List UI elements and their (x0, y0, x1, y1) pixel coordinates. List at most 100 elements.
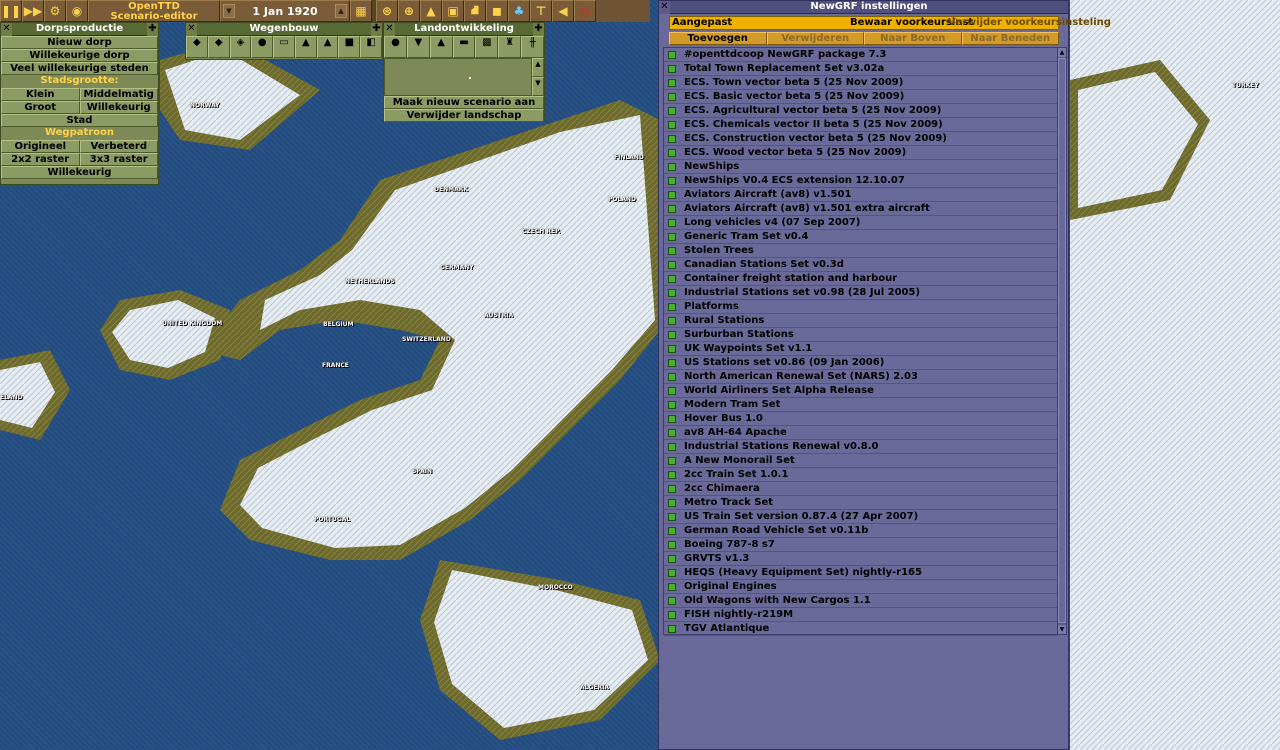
newgrf-list-item[interactable]: US Stations set v0.86 (09 Jan 2006) (664, 356, 1058, 370)
size-large-button[interactable]: Groot (1, 101, 80, 114)
newgrf-list-item[interactable]: ECS. Construction vector beta 5 (25 Nov … (664, 132, 1058, 146)
bridge-button[interactable]: ■ (338, 36, 361, 58)
water-button[interactable]: ◼ (486, 0, 508, 22)
newgrf-list-item[interactable]: World Airliners Set Alpha Release (664, 384, 1058, 398)
new-scenario-button[interactable]: Maak nieuw scenario aan (384, 96, 544, 109)
town-generation-button[interactable]: ⊛ (376, 0, 398, 22)
close-button[interactable]: ✕ (1, 23, 12, 36)
scroll-down-button[interactable]: ▼ (1058, 625, 1066, 634)
newgrf-list-item[interactable]: FISH nightly-r219M (664, 608, 1058, 622)
tunnel-button[interactable]: ◧ (360, 36, 383, 58)
newgrf-list-item[interactable]: North American Renewal Set (NARS) 2.03 (664, 370, 1058, 384)
date-down-button[interactable]: ▼ (223, 4, 235, 18)
newgrf-list-item[interactable]: A New Monorail Set (664, 454, 1058, 468)
newgrf-list-item[interactable]: German Road Vehicle Set v0.11b (664, 524, 1058, 538)
newgrf-list-item[interactable]: ECS. Wood vector beta 5 (25 Nov 2009) (664, 146, 1058, 160)
newgrf-list-item[interactable]: NewShips (664, 160, 1058, 174)
save-button[interactable]: ◉ (66, 0, 88, 22)
newgrf-scrollbar[interactable]: ▲ ▼ (1057, 47, 1067, 635)
newgrf-list-item[interactable]: Boeing 787-8 s7 (664, 538, 1058, 552)
layout-original-button[interactable]: Origineel (1, 140, 80, 153)
scroll-thumb[interactable] (1058, 58, 1066, 623)
music-button[interactable]: ◀ (552, 0, 574, 22)
road-y-button[interactable]: ◆ (207, 36, 230, 58)
scroll-up-button[interactable]: ▲ (1058, 48, 1066, 57)
trees-button[interactable]: ♣ (508, 0, 530, 22)
fast-forward-button[interactable]: ▶▶ (22, 0, 44, 22)
autoroad-button[interactable]: ◈ (229, 36, 252, 58)
add-button[interactable]: Toevoegen (669, 32, 767, 45)
newgrf-list-item[interactable]: Industrial Stations Renewal v0.8.0 (664, 440, 1058, 454)
settings-button[interactable]: ⚙ (44, 0, 66, 22)
newgrf-list-item[interactable]: Generic Tram Set v0.4 (664, 230, 1058, 244)
newgrf-list-item[interactable]: Surburban Stations (664, 328, 1058, 342)
newgrf-list-item[interactable]: GRVTS v1.3 (664, 552, 1058, 566)
size-small-button[interactable]: Klein (1, 88, 80, 101)
newgrf-list-item[interactable]: Platforms (664, 300, 1058, 314)
demolish-button[interactable]: ● (251, 36, 274, 58)
newgrf-list-item[interactable]: Metro Track Set (664, 496, 1058, 510)
newgrf-list-item[interactable]: #openttdcoop NewGRF package 7.3 (664, 48, 1058, 62)
newgrf-list-item[interactable]: ECS. Town vector beta 5 (25 Nov 2009) (664, 76, 1058, 90)
layout-2x2-button[interactable]: 2x2 raster (1, 153, 80, 166)
newgrf-list-item[interactable]: ECS. Agricultural vector beta 5 (25 Nov … (664, 104, 1058, 118)
help-button[interactable]: ◎ (574, 0, 596, 22)
transmitter-button[interactable]: ╫ (521, 36, 545, 58)
newgrf-list-item[interactable]: ECS. Basic vector beta 5 (25 Nov 2009) (664, 90, 1058, 104)
move-up-button[interactable]: Naar Boven (864, 32, 962, 45)
newgrf-list-item[interactable]: Container freight station and harbour (664, 272, 1058, 286)
preset-dropdown[interactable]: Aangepast (672, 17, 732, 29)
depot-button[interactable]: ▭ (273, 36, 295, 58)
newgrf-list-item[interactable]: Rural Stations (664, 314, 1058, 328)
newgrf-list-item[interactable]: Modern Tram Set (664, 398, 1058, 412)
newgrf-list-item[interactable]: 2cc Chimaera (664, 482, 1058, 496)
truck-station-button[interactable]: ▲ (316, 36, 339, 58)
close-button[interactable]: ✕ (186, 23, 197, 36)
random-town-button[interactable]: Willekeurige dorp (1, 49, 158, 62)
newgrf-list-item[interactable]: NewShips V0.4 ECS extension 12.10.07 (664, 174, 1058, 188)
layout-better-button[interactable]: Verbeterd (79, 140, 158, 153)
many-random-towns-button[interactable]: Veel willekeurige steden (1, 62, 158, 75)
pause-button[interactable]: ❚❚ (0, 0, 22, 22)
delete-preset-button[interactable]: Verwijder voorkeursinsteling (948, 17, 1111, 29)
city-button[interactable]: Stad (1, 114, 158, 127)
decrease-size-button[interactable]: ▼ (532, 77, 544, 96)
newgrf-list-item[interactable]: Total Town Replacement Set v3.02a (664, 62, 1058, 76)
lower-land-button[interactable]: ▼ (406, 36, 430, 58)
signs-button[interactable]: ⊤ (530, 0, 552, 22)
sticky-button[interactable]: ✚ (533, 23, 544, 36)
increase-size-button[interactable]: ▲ (532, 58, 544, 77)
layout-random-button[interactable]: Willekeurig (1, 166, 158, 179)
game-map[interactable]: NORWAY UNITED KINGDOM ELAND NETHERLANDS … (0, 0, 1280, 750)
sticky-button[interactable]: ✚ (371, 23, 382, 36)
newgrf-list-item[interactable]: HEQS (Heavy Equipment Set) nightly-r165 (664, 566, 1058, 580)
newgrf-list-item[interactable]: Aviators Aircraft (av8) v1.501 extra air… (664, 202, 1058, 216)
newgrf-list-item[interactable]: TGV Atlantique (664, 622, 1058, 636)
level-land-button[interactable]: ▬ (452, 36, 476, 58)
landscape-button[interactable]: ▲ (420, 0, 442, 22)
newgrf-list[interactable]: #openttdcoop NewGRF package 7.3 Total Tow… (663, 47, 1059, 636)
remove-button[interactable]: Verwijderen (766, 32, 864, 45)
newgrf-list-item[interactable]: UK Waypoints Set v1.1 (664, 342, 1058, 356)
remove-landscape-button[interactable]: Verwijder landschap (384, 109, 544, 122)
close-button[interactable]: ✕ (384, 23, 395, 36)
demolish-button[interactable]: ● (384, 36, 407, 58)
rocky-area-button[interactable]: ▩ (475, 36, 499, 58)
newgrf-list-item[interactable]: Canadian Stations Set v0.3d (664, 258, 1058, 272)
road-button[interactable]: ⛘ (464, 0, 486, 22)
new-town-button[interactable]: Nieuw dorp (1, 36, 158, 49)
newgrf-list-item[interactable]: ECS. Chemicals vector II beta 5 (25 Nov … (664, 118, 1058, 132)
size-medium-button[interactable]: Middelmatig (79, 88, 158, 101)
lighthouse-button[interactable]: ♜ (498, 36, 522, 58)
newgrf-list-item[interactable]: Original Engines (664, 580, 1058, 594)
close-button[interactable]: ✕ (659, 1, 670, 14)
zoom-in-button[interactable]: ⊕ (398, 0, 420, 22)
raise-land-button[interactable]: ▲ (429, 36, 453, 58)
sticky-button[interactable]: ✚ (147, 23, 158, 36)
newgrf-list-item[interactable]: Hover Bus 1.0 (664, 412, 1058, 426)
newgrf-list-item[interactable]: Industrial Stations set v0.98 (28 Jul 20… (664, 286, 1058, 300)
newgrf-list-item[interactable]: av8 AH-64 Apache (664, 426, 1058, 440)
newgrf-list-item[interactable]: Aviators Aircraft (av8) v1.501 (664, 188, 1058, 202)
newgrf-list-item[interactable]: Stolen Trees (664, 244, 1058, 258)
newgrf-list-item[interactable]: US Train Set version 0.87.4 (27 Apr 2007… (664, 510, 1058, 524)
